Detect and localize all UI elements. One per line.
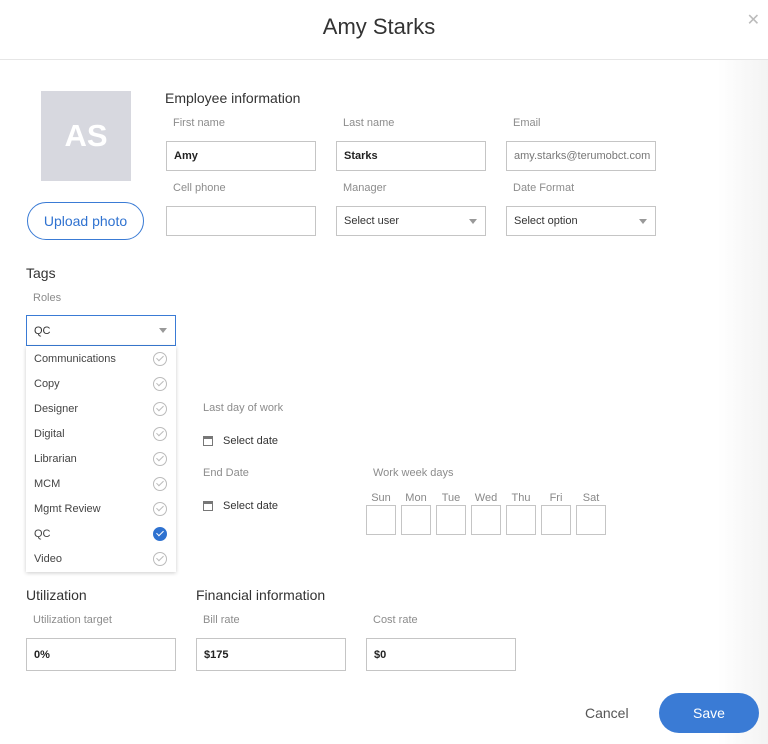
manager-value: Select user — [344, 215, 400, 227]
manager-label: Manager — [343, 182, 387, 194]
day-label-wed: Wed — [474, 492, 498, 504]
day-toggle-mon[interactable] — [401, 505, 431, 535]
upload-photo-button[interactable]: Upload photo — [27, 202, 144, 240]
day-label-thu: Thu — [511, 492, 531, 504]
cell-phone-label: Cell phone — [173, 182, 226, 194]
utilization-target-field[interactable]: 0% — [26, 638, 176, 671]
check-circle-icon — [153, 477, 167, 491]
last-name-field[interactable]: Starks — [336, 141, 486, 171]
bill-rate-field[interactable]: $175 — [196, 638, 346, 671]
day-toggle-tue[interactable] — [436, 505, 466, 535]
roles-option-label: Communications — [34, 352, 116, 365]
manager-select[interactable]: Select user — [336, 206, 486, 236]
utilization-target-label: Utilization target — [33, 614, 112, 626]
first-name-label: First name — [173, 117, 225, 129]
save-button[interactable]: Save — [659, 693, 759, 733]
day-toggle-wed[interactable] — [471, 505, 501, 535]
day-label-tue: Tue — [441, 492, 461, 504]
date-format-value: Select option — [514, 215, 578, 227]
email-label: Email — [513, 117, 541, 129]
calendar-icon — [203, 501, 213, 511]
tags-heading: Tags — [26, 265, 56, 281]
date-format-select[interactable]: Select option — [506, 206, 656, 236]
chevron-down-icon — [469, 219, 477, 224]
roles-option-label: QC — [34, 527, 51, 540]
day-toggle-sat[interactable] — [576, 505, 606, 535]
roles-option-label: Copy — [34, 377, 60, 390]
avatar-initials: AS — [64, 118, 108, 153]
roles-menu: Communications Copy Designer Digital Lib… — [26, 346, 176, 572]
roles-option[interactable]: Mgmt Review — [26, 496, 176, 521]
roles-option[interactable]: QC — [26, 521, 176, 546]
financial-info-heading: Financial information — [196, 587, 326, 603]
roles-option[interactable]: Video — [26, 546, 176, 571]
check-circle-icon — [153, 452, 167, 466]
roles-option-label: Librarian — [34, 452, 77, 465]
utilization-heading: Utilization — [26, 587, 87, 603]
roles-option-label: Digital — [34, 427, 65, 440]
check-circle-icon — [153, 502, 167, 516]
last-day-picker[interactable]: Select date — [223, 435, 278, 447]
employee-info-heading: Employee information — [165, 90, 301, 106]
chevron-down-icon — [639, 219, 647, 224]
email-field[interactable]: amy.starks@terumobct.com — [506, 141, 656, 171]
day-label-sat: Sat — [582, 492, 600, 504]
day-toggle-fri[interactable] — [541, 505, 571, 535]
scroll-shade — [718, 60, 768, 744]
check-circle-icon — [153, 352, 167, 366]
bill-rate-label: Bill rate — [203, 614, 240, 626]
day-toggle-sun[interactable] — [366, 505, 396, 535]
date-format-label: Date Format — [513, 182, 575, 194]
roles-value: QC — [34, 324, 51, 337]
end-date-picker[interactable]: Select date — [223, 500, 278, 512]
chevron-down-icon — [159, 328, 167, 333]
roles-option[interactable]: Communications — [26, 346, 176, 371]
roles-option-label: Video — [34, 552, 62, 565]
last-name-label: Last name — [343, 117, 395, 129]
cell-phone-field[interactable] — [166, 206, 316, 236]
end-date-label: End Date — [203, 467, 249, 479]
last-day-label: Last day of work — [203, 402, 284, 414]
roles-label: Roles — [33, 292, 62, 304]
check-circle-icon — [153, 552, 167, 566]
check-circle-icon — [153, 402, 167, 416]
roles-select[interactable]: QC — [26, 315, 176, 346]
cost-rate-field[interactable]: $0 — [366, 638, 516, 671]
roles-option[interactable]: MCM — [26, 471, 176, 496]
roles-option[interactable]: Librarian — [26, 446, 176, 471]
roles-option[interactable]: Designer — [26, 396, 176, 421]
calendar-icon — [203, 436, 213, 446]
day-label-sun: Sun — [371, 492, 391, 504]
cancel-button[interactable]: Cancel — [585, 705, 629, 721]
roles-option[interactable]: Copy — [26, 371, 176, 396]
check-circle-icon — [153, 427, 167, 441]
cost-rate-label: Cost rate — [373, 614, 418, 626]
close-icon[interactable]: ✕ — [747, 10, 760, 30]
day-toggle-thu[interactable] — [506, 505, 536, 535]
day-label-fri: Fri — [549, 492, 563, 504]
modal-title: Amy Starks — [322, 14, 436, 39]
day-label-mon: Mon — [405, 492, 427, 504]
check-circle-icon — [153, 377, 167, 391]
avatar: AS — [41, 91, 131, 181]
work-week-label: Work week days — [373, 467, 454, 479]
roles-option-label: MCM — [34, 477, 61, 490]
first-name-field[interactable]: Amy — [166, 141, 316, 171]
roles-option-label: Designer — [34, 402, 79, 415]
roles-option-label: Mgmt Review — [34, 502, 101, 515]
roles-option[interactable]: Digital — [26, 421, 176, 446]
check-circle-icon — [153, 527, 167, 541]
